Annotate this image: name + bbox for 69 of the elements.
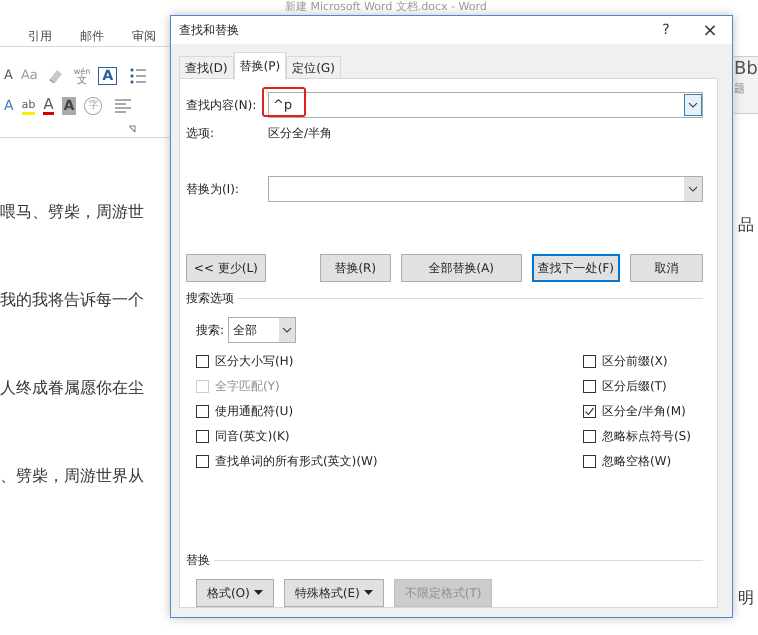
dropdown-icon[interactable]	[684, 177, 702, 201]
dialog-launcher-icon[interactable]	[128, 125, 136, 133]
field-label: 搜索:	[196, 322, 224, 338]
checkbox-label: 全字匹配(Y)	[215, 378, 280, 395]
dropdown-icon[interactable]	[279, 318, 296, 342]
highlight-button[interactable]: ab	[22, 98, 36, 114]
checkbox[interactable]	[196, 455, 209, 468]
dropdown-icon[interactable]	[684, 94, 702, 116]
document-text: 明	[738, 589, 754, 609]
checkbox[interactable]	[583, 380, 596, 393]
caret-icon	[364, 590, 373, 596]
field-label: 选项:	[186, 125, 216, 142]
checkbox-label: 区分前缀(X)	[602, 353, 668, 370]
text-effect-button[interactable]: A	[4, 97, 14, 115]
tab[interactable]: 替换(P)	[234, 52, 286, 80]
checkbox-label: 查找单词的所有形式(英文)(W)	[215, 453, 378, 470]
find-field[interactable]: ^p	[268, 92, 703, 118]
font-color-button[interactable]: A	[43, 97, 54, 115]
checkbox[interactable]	[196, 355, 209, 368]
ribbon-tab[interactable]: 审阅	[132, 29, 156, 46]
window-title: 新建 Microsoft Word 文档.docx - Word	[285, 0, 487, 13]
close-button[interactable]: ×	[688, 16, 732, 44]
format-button[interactable]: 格式(O)	[196, 579, 274, 607]
checkbox[interactable]	[196, 405, 209, 418]
document-text: 喂马、劈柴，周游世	[0, 202, 145, 223]
find-text: ^p	[272, 98, 292, 112]
ribbon-tab[interactable]: 邮件	[80, 29, 104, 46]
checkbox-label: 忽略空格(W)	[602, 453, 672, 470]
checkbox-label: 忽略标点符号(S)	[602, 428, 691, 445]
ribbon-tab[interactable]: 引用	[28, 29, 52, 46]
replace-field[interactable]	[268, 176, 703, 202]
checkbox-label: 区分后缀(T)	[602, 378, 667, 395]
document-text: 我的我将告诉每一个	[0, 290, 145, 311]
help-button[interactable]: ?	[644, 16, 688, 44]
checkbox[interactable]	[583, 430, 596, 443]
field-label: 查找内容(N):	[186, 96, 258, 114]
format-button[interactable]: 特殊格式(E)	[284, 579, 384, 607]
checkbox[interactable]	[196, 430, 209, 443]
search-direction-select[interactable]: 全部	[228, 317, 296, 343]
dialog-button[interactable]: 查找下一处(F)	[532, 254, 620, 282]
checkbox-label: 同音(英文)(K)	[215, 428, 290, 445]
checkbox-label: 区分全/半角(M)	[602, 403, 686, 420]
checkbox[interactable]	[583, 405, 596, 418]
section-title: 搜索选项	[186, 290, 234, 307]
character-shading-button[interactable]: A	[62, 97, 76, 115]
style-gallery-item[interactable]: Bb 题	[734, 56, 758, 114]
tab[interactable]: 查找(D)	[179, 56, 234, 80]
checkbox-label: 区分大小写(H)	[215, 353, 294, 370]
character-border-button[interactable]: A	[98, 67, 118, 85]
dialog-button[interactable]: 取消	[630, 254, 703, 282]
dialog-button[interactable]: 全部替换(A)	[400, 254, 522, 282]
tab[interactable]: 定位(G)	[286, 56, 341, 80]
document-text: 人终成眷属愿你在尘	[0, 378, 145, 399]
align-left-icon[interactable]	[114, 99, 132, 113]
dialog-button[interactable]: 替换(R)	[320, 254, 391, 282]
checkbox[interactable]	[583, 355, 596, 368]
section-title: 替换	[186, 552, 210, 569]
field-label: 替换为(I):	[186, 180, 240, 198]
checkbox-label: 使用通配符(U)	[215, 403, 294, 420]
document-text: 品	[738, 216, 754, 236]
bullets-icon[interactable]	[129, 66, 148, 86]
checkbox[interactable]	[583, 455, 596, 468]
dialog-button[interactable]: << 更少(L)	[186, 254, 266, 282]
options-value: 区分全/半角	[268, 125, 332, 142]
dialog-title: 查找和替换	[179, 22, 240, 38]
phonetic-guide-button[interactable]: wén 文	[74, 67, 90, 85]
caret-icon	[254, 590, 263, 596]
document-text: 、劈柴，周游世界从	[0, 466, 145, 487]
grow-font-button[interactable]: A	[4, 67, 13, 85]
